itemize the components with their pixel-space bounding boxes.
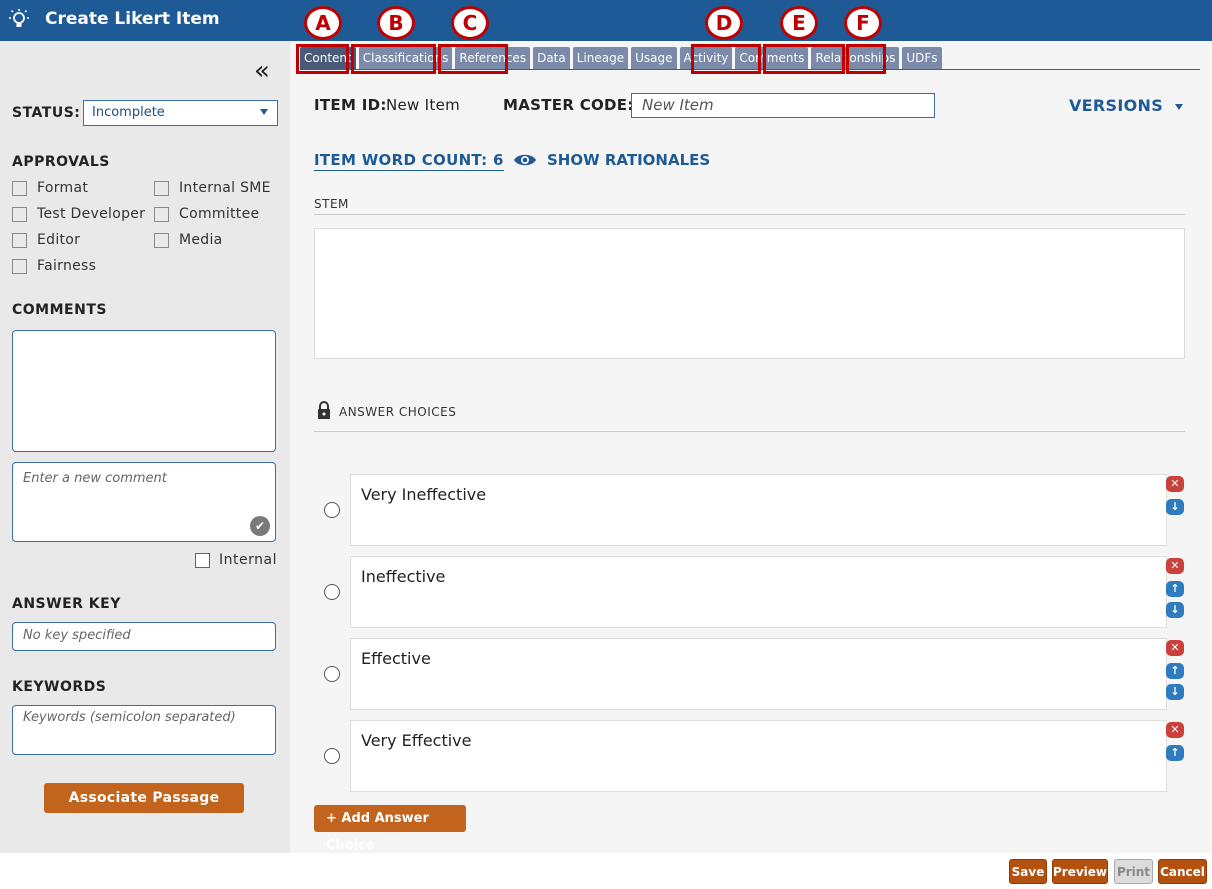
approvals-label: APPROVALS bbox=[12, 154, 110, 170]
answer-key-field[interactable]: No key specified bbox=[12, 622, 276, 651]
checkbox[interactable] bbox=[12, 258, 27, 274]
annotation-label-a: A bbox=[304, 6, 342, 40]
title-bar: Create Likert Item bbox=[0, 0, 1212, 41]
stem-editor[interactable] bbox=[314, 228, 1185, 359]
approval-committee-checkbox[interactable]: Committee bbox=[154, 206, 259, 222]
stem-label: STEM bbox=[314, 197, 349, 211]
annotation-highlight-e bbox=[763, 44, 845, 74]
move-up-icon[interactable]: ↑ bbox=[1166, 745, 1184, 761]
annotation-highlight-d bbox=[691, 44, 761, 74]
show-rationales-toggle[interactable]: SHOW RATIONALES bbox=[513, 151, 710, 169]
move-down-icon[interactable]: ↓ bbox=[1166, 602, 1184, 618]
delete-choice-icon[interactable]: ✕ bbox=[1166, 476, 1184, 492]
status-select[interactable]: Incomplete bbox=[83, 100, 278, 126]
delete-choice-icon[interactable]: ✕ bbox=[1166, 640, 1184, 656]
preview-button[interactable]: Preview bbox=[1052, 859, 1108, 884]
associate-passage-button[interactable]: Associate Passage bbox=[44, 783, 244, 813]
save-button[interactable]: Save bbox=[1009, 859, 1047, 884]
item-id-label: ITEM ID: bbox=[314, 96, 387, 114]
master-code-label: MASTER CODE: bbox=[503, 96, 634, 114]
internal-checkbox[interactable]: Internal bbox=[195, 552, 277, 568]
versions-dropdown[interactable]: VERSIONS bbox=[1069, 96, 1184, 115]
master-code-input[interactable]: New Item bbox=[631, 93, 935, 118]
choice-editor-1[interactable]: Very Ineffective bbox=[350, 474, 1167, 546]
annotation-label-d: D bbox=[705, 6, 743, 40]
checkbox[interactable] bbox=[195, 552, 210, 568]
main-content: Content Classifications References Data … bbox=[290, 6, 1212, 853]
choice-editor-4[interactable]: Very Effective bbox=[350, 720, 1167, 792]
tab-udfs[interactable]: UDFs bbox=[902, 47, 942, 69]
choice-radio-1[interactable] bbox=[324, 502, 340, 518]
add-answer-choice-button[interactable]: + Add Answer Choice bbox=[314, 805, 466, 853]
checkbox[interactable] bbox=[12, 232, 27, 248]
choice-radio-4[interactable] bbox=[324, 748, 340, 764]
annotation-label-b: B bbox=[377, 6, 415, 40]
approval-format-checkbox[interactable]: Format bbox=[12, 180, 88, 196]
approval-fairness-checkbox[interactable]: Fairness bbox=[12, 258, 96, 274]
cancel-button[interactable]: Cancel bbox=[1158, 859, 1207, 884]
checkbox[interactable] bbox=[12, 206, 27, 222]
choice-radio-3[interactable] bbox=[324, 666, 340, 682]
page-title: Create Likert Item bbox=[45, 9, 220, 29]
submit-comment-icon[interactable]: ✔ bbox=[250, 516, 270, 536]
new-comment-input[interactable]: Enter a new comment ✔ bbox=[12, 462, 276, 542]
approval-test-developer-checkbox[interactable]: Test Developer bbox=[12, 206, 145, 222]
annotation-highlight-f bbox=[846, 44, 886, 74]
approval-editor-checkbox[interactable]: Editor bbox=[12, 232, 80, 248]
comments-label: COMMENTS bbox=[12, 302, 107, 318]
annotation-label-e: E bbox=[780, 6, 818, 40]
eye-icon bbox=[514, 154, 536, 166]
status-value: Incomplete bbox=[92, 105, 165, 120]
chevron-down-icon bbox=[260, 109, 268, 115]
checkbox[interactable] bbox=[154, 232, 169, 248]
collapse-sidebar-icon[interactable]: « bbox=[254, 58, 270, 84]
annotation-label-f: F bbox=[844, 6, 882, 40]
choice-editor-3[interactable]: Effective bbox=[350, 638, 1167, 710]
chevron-down-icon bbox=[1175, 103, 1184, 110]
annotation-highlight-a bbox=[296, 44, 349, 74]
annotation-highlight-c bbox=[438, 44, 508, 74]
move-down-icon[interactable]: ↓ bbox=[1166, 684, 1184, 700]
checkbox[interactable] bbox=[154, 206, 169, 222]
keywords-input[interactable]: Keywords (semicolon separated) bbox=[12, 705, 276, 755]
item-id-value: New Item bbox=[386, 96, 461, 114]
annotation-label-c: C bbox=[451, 6, 489, 40]
status-label: STATUS: bbox=[12, 105, 81, 121]
answer-choices-label: ANSWER CHOICES bbox=[339, 405, 457, 419]
tab-lineage[interactable]: Lineage bbox=[572, 47, 629, 69]
delete-choice-icon[interactable]: ✕ bbox=[1166, 558, 1184, 574]
tab-usage[interactable]: Usage bbox=[631, 47, 677, 69]
checkbox[interactable] bbox=[12, 180, 27, 196]
move-up-icon[interactable]: ↑ bbox=[1166, 581, 1184, 597]
approval-internal-sme-checkbox[interactable]: Internal SME bbox=[154, 180, 271, 196]
divider bbox=[314, 214, 1185, 215]
choice-editor-2[interactable]: Ineffective bbox=[350, 556, 1167, 628]
tab-data[interactable]: Data bbox=[533, 47, 570, 69]
delete-choice-icon[interactable]: ✕ bbox=[1166, 722, 1184, 738]
sidebar: « STATUS: Incomplete APPROVALS Format In… bbox=[0, 41, 290, 853]
keywords-label: KEYWORDS bbox=[12, 679, 107, 695]
lock-icon[interactable] bbox=[317, 401, 331, 419]
comments-list[interactable] bbox=[12, 330, 276, 452]
checkbox[interactable] bbox=[154, 180, 169, 196]
divider bbox=[314, 431, 1185, 432]
choice-radio-2[interactable] bbox=[324, 584, 340, 600]
lightbulb-icon bbox=[9, 9, 29, 27]
answer-key-label: ANSWER KEY bbox=[12, 596, 121, 612]
move-up-icon[interactable]: ↑ bbox=[1166, 663, 1184, 679]
approval-media-checkbox[interactable]: Media bbox=[154, 232, 223, 248]
move-down-icon[interactable]: ↓ bbox=[1166, 499, 1184, 515]
annotation-highlight-b bbox=[351, 44, 436, 74]
item-word-count[interactable]: ITEM WORD COUNT: 6 bbox=[314, 151, 504, 171]
print-button[interactable]: Print bbox=[1114, 859, 1153, 884]
